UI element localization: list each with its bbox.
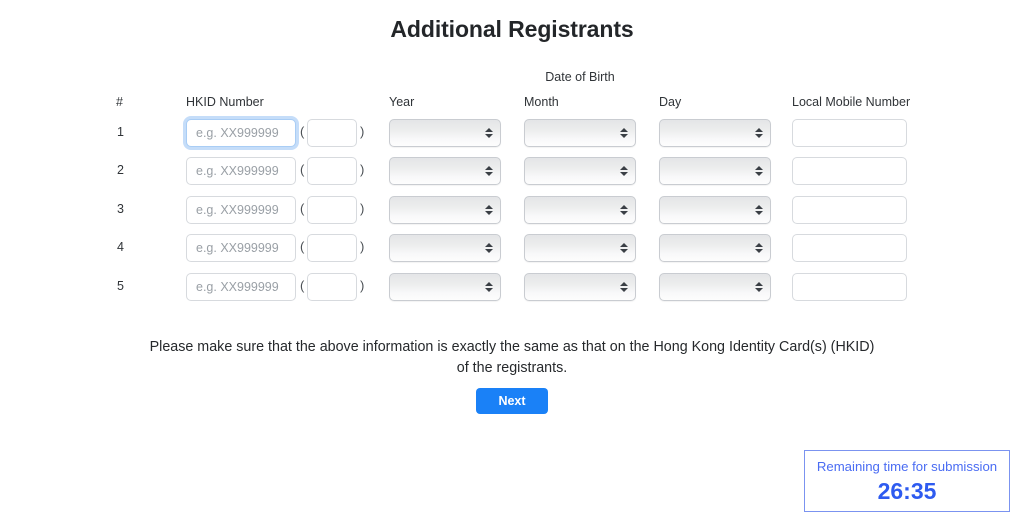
row-index: 5 <box>117 278 124 293</box>
registrant-row: 5 () <box>0 271 1024 309</box>
paren-close: ) <box>360 162 365 178</box>
hkid-number-input[interactable] <box>186 272 296 301</box>
row-index: 2 <box>117 163 124 178</box>
registrant-row: 2 () <box>0 155 1024 193</box>
chevron-up-down-icon <box>619 163 628 179</box>
dob-month-select[interactable] <box>524 272 636 301</box>
paren-open: ( <box>300 162 305 178</box>
paren-open: ( <box>300 200 305 216</box>
dob-year-select[interactable] <box>389 195 501 224</box>
local-mobile-number-input[interactable] <box>792 234 907 263</box>
registrant-row: 1 () <box>0 117 1024 155</box>
dob-month-select[interactable] <box>524 157 636 186</box>
hkid-number-input[interactable] <box>186 195 296 224</box>
hkid-number-input[interactable] <box>186 119 296 147</box>
next-button[interactable]: Next <box>476 388 548 414</box>
chevron-up-down-icon <box>754 279 763 295</box>
hkid-check-digit-input[interactable] <box>307 195 357 224</box>
row-index: 1 <box>117 125 124 139</box>
dob-month-select[interactable] <box>524 195 636 224</box>
dob-day-select[interactable] <box>659 195 771 224</box>
local-mobile-number-input[interactable] <box>792 157 907 186</box>
paren-close: ) <box>360 277 365 293</box>
hkid-check-digit-input[interactable] <box>307 119 357 147</box>
column-header-hkid: HKID Number <box>186 95 264 109</box>
dob-year-select[interactable] <box>389 157 501 186</box>
chevron-up-down-icon <box>619 125 628 141</box>
column-header-day: Day <box>659 95 682 109</box>
submission-timer: Remaining time for submission 26:35 <box>804 450 1010 512</box>
dob-day-select[interactable] <box>659 157 771 186</box>
dob-month-select[interactable] <box>524 234 636 263</box>
paren-open: ( <box>300 239 305 255</box>
dob-day-select[interactable] <box>659 234 771 263</box>
registrant-row: 4 () <box>0 232 1024 270</box>
chevron-up-down-icon <box>484 279 493 295</box>
column-header-mobile: Local Mobile Number <box>792 95 911 109</box>
chevron-up-down-icon <box>619 202 628 218</box>
page-title: Additional Registrants <box>390 16 634 42</box>
local-mobile-number-input[interactable] <box>792 272 907 301</box>
column-header-month: Month <box>524 95 559 109</box>
dob-day-select[interactable] <box>659 119 771 147</box>
chevron-up-down-icon <box>754 202 763 218</box>
row-index: 3 <box>117 201 124 216</box>
chevron-up-down-icon <box>754 240 763 256</box>
date-of-birth-group-label: Date of Birth <box>545 70 615 84</box>
chevron-up-down-icon <box>484 125 493 141</box>
hkid-number-input[interactable] <box>186 157 296 186</box>
chevron-up-down-icon <box>484 163 493 179</box>
local-mobile-number-input[interactable] <box>792 195 907 224</box>
dob-year-select[interactable] <box>389 234 501 263</box>
dob-month-select[interactable] <box>524 119 636 147</box>
registrant-rows: 1 () 2 () 3 () 4 () 5 () <box>0 117 1024 309</box>
dob-year-select[interactable] <box>389 272 501 301</box>
dob-year-select[interactable] <box>389 119 501 147</box>
chevron-up-down-icon <box>619 240 628 256</box>
submission-timer-label: Remaining time for submission <box>816 459 998 474</box>
chevron-up-down-icon <box>754 163 763 179</box>
local-mobile-number-input[interactable] <box>792 119 907 147</box>
paren-close: ) <box>360 124 365 139</box>
hkid-check-digit-input[interactable] <box>307 157 357 186</box>
chevron-up-down-icon <box>619 279 628 295</box>
row-index: 4 <box>117 240 124 255</box>
paren-close: ) <box>360 239 365 255</box>
column-header-year: Year <box>389 95 415 109</box>
column-header-number: # <box>116 95 123 109</box>
registrant-row: 3 () <box>0 194 1024 232</box>
hkid-check-digit-input[interactable] <box>307 272 357 301</box>
paren-open: ( <box>300 277 305 293</box>
hkid-check-digit-input[interactable] <box>307 234 357 263</box>
hkid-match-notice: Please make sure that the above informat… <box>149 339 875 376</box>
column-headers: # HKID Number Year Month Day Local Mobil… <box>0 95 1024 111</box>
submission-timer-value: 26:35 <box>877 478 937 504</box>
chevron-up-down-icon <box>754 125 763 141</box>
paren-open: ( <box>300 124 305 139</box>
dob-day-select[interactable] <box>659 272 771 301</box>
paren-close: ) <box>360 200 365 216</box>
chevron-up-down-icon <box>484 240 493 256</box>
chevron-up-down-icon <box>484 202 493 218</box>
hkid-number-input[interactable] <box>186 234 296 263</box>
